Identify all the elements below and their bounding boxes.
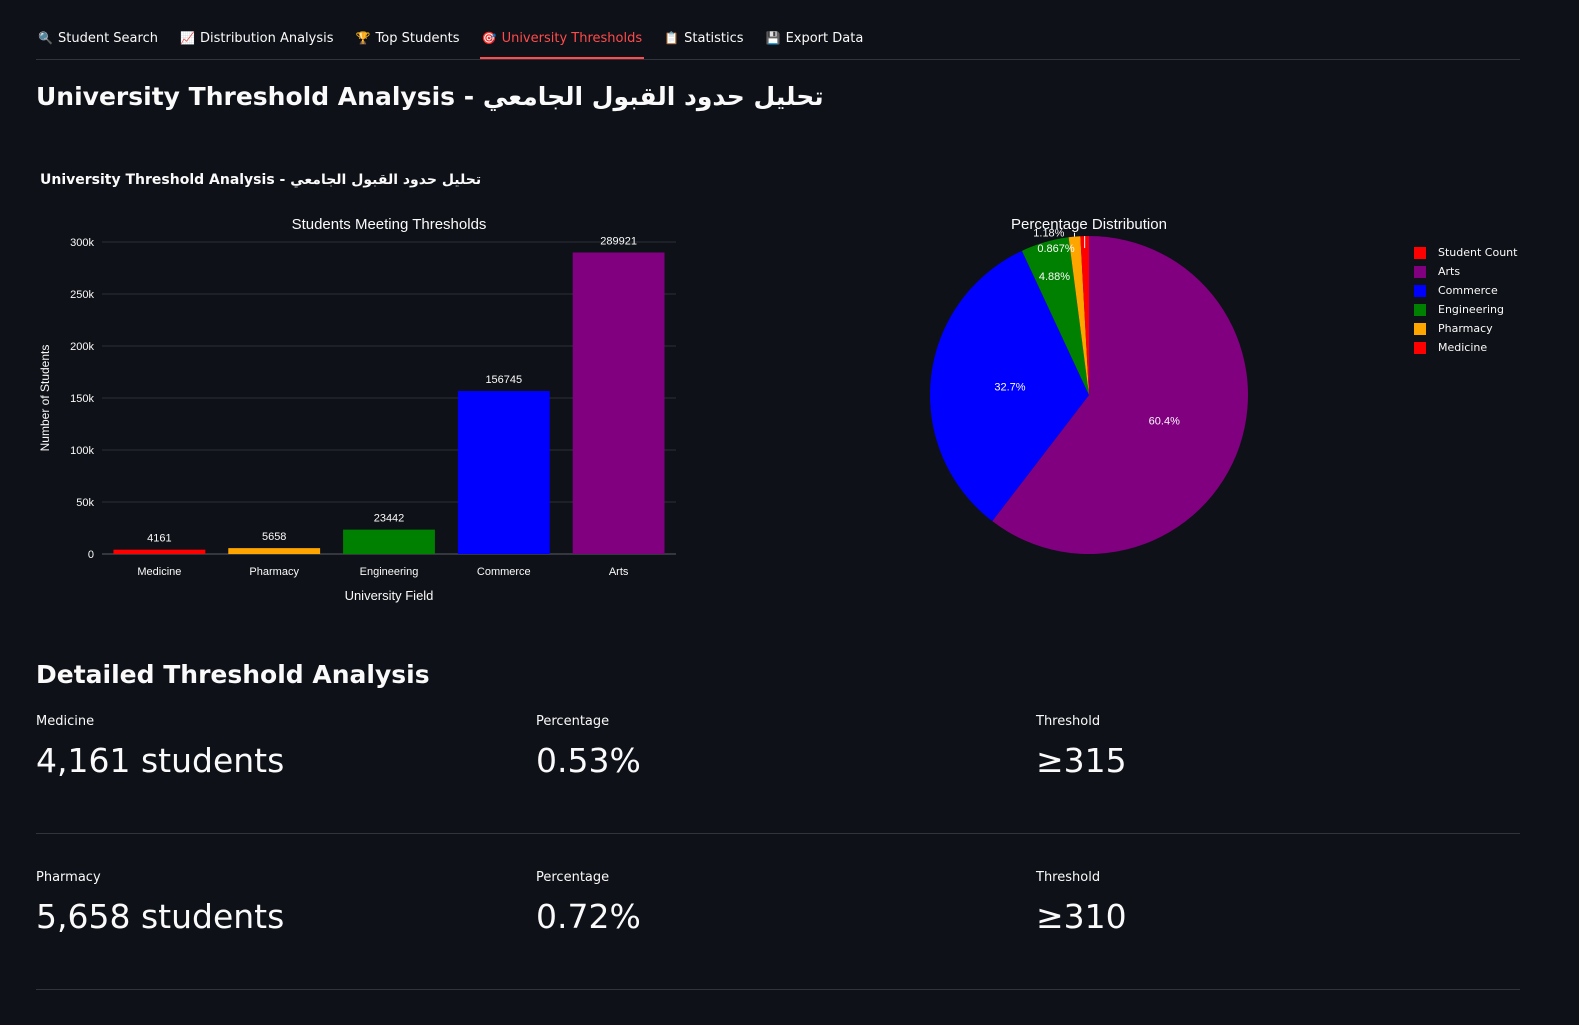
floppy-disk-icon: 💾: [765, 31, 781, 45]
legend-swatch: [1414, 341, 1426, 354]
section-title: Detailed Threshold Analysis: [36, 660, 430, 689]
x-tick-label: Pharmacy: [249, 566, 299, 578]
pie-percent-label: 1.18%: [1033, 228, 1064, 240]
y-tick-label: 300k: [70, 237, 94, 249]
legend-item[interactable]: Medicine: [1414, 338, 1517, 357]
metric-percentage: Percentage 0.72%: [536, 870, 641, 936]
metric-value: 5,658 students: [36, 897, 285, 936]
page-title: University Threshold Analysis - تحليل حد…: [36, 82, 824, 111]
metric-label: Threshold: [1036, 714, 1101, 729]
y-tick-label: 0: [88, 549, 94, 561]
legend-label: Medicine: [1438, 341, 1488, 354]
tab-top-students[interactable]: 🏆 Top Students: [354, 18, 462, 58]
x-tick-label: Arts: [609, 566, 629, 578]
legend-label: Pharmacy: [1438, 322, 1493, 335]
bar-medicine[interactable]: [113, 549, 206, 554]
tab-label: Student Search: [58, 30, 158, 46]
y-tick-label: 250k: [70, 289, 94, 301]
metric-field: Medicine 4,161 students: [36, 714, 284, 780]
metric-percentage: Percentage 0.53%: [536, 714, 641, 780]
bar-commerce[interactable]: [457, 390, 550, 554]
trophy-icon: 🏆: [355, 31, 371, 45]
chart-legend: Student Count Arts Commerce Engineering …: [1414, 243, 1517, 357]
metric-threshold: Threshold ≥310: [1036, 870, 1127, 936]
metric-label: Medicine: [36, 714, 95, 729]
x-tick-label: Commerce: [477, 566, 531, 578]
bar-chart: 0 50k 100k 150k 200k 250k 300k Students Meeting…: [38, 216, 676, 603]
metric-field: Pharmacy 5,658 students: [36, 870, 284, 936]
search-icon: 🔍: [38, 31, 53, 45]
legend-item[interactable]: Arts: [1414, 262, 1517, 281]
bar-value-label: 289921: [600, 235, 637, 247]
y-tick-label: 100k: [70, 445, 94, 457]
metric-value: ≥310: [1036, 897, 1127, 936]
metric-label: Pharmacy: [36, 870, 101, 885]
divider: [36, 833, 1520, 834]
clipboard-icon: 📋: [664, 31, 680, 45]
pie-percent-label: 0.867%: [1037, 243, 1075, 255]
tab-label: Distribution Analysis: [199, 30, 334, 46]
tab-distribution-analysis[interactable]: 📈 Distribution Analysis: [178, 18, 336, 58]
bar-value-label: 4161: [147, 533, 171, 545]
metric-value: 0.72%: [536, 897, 641, 936]
legend-item[interactable]: Engineering: [1414, 300, 1517, 319]
figure-title: University Threshold Analysis - تحليل حد…: [40, 172, 482, 188]
bar-chart-title: Students Meeting Thresholds: [292, 216, 487, 233]
tab-export-data[interactable]: 💾 Export Data: [764, 18, 866, 58]
legend-item[interactable]: Commerce: [1414, 281, 1517, 300]
pie-chart: Percentage Distribution60.4%32.7%4.88%1.…: [930, 216, 1249, 555]
tab-label: Top Students: [375, 30, 460, 46]
legend-label: Student Count: [1438, 246, 1518, 259]
tab-statistics[interactable]: 📋 Statistics: [662, 18, 745, 58]
x-tick-label: Engineering: [360, 566, 419, 578]
legend-swatch: [1414, 246, 1426, 259]
app-page: 🔍 Student Search 📈 Distribution Analysis…: [0, 0, 1579, 1025]
legend-swatch: [1414, 284, 1426, 297]
legend-swatch: [1414, 322, 1426, 335]
tab-label: Export Data: [785, 30, 864, 46]
pie-percent-label: 4.88%: [1039, 271, 1070, 283]
charts-figure: 0 50k 100k 150k 200k 250k 300k Students Meeting…: [38, 216, 1249, 603]
legend-swatch: [1414, 265, 1426, 278]
y-tick-label: 150k: [70, 393, 94, 405]
legend-label: Arts: [1438, 265, 1461, 278]
y-axis-label: Number of Students: [38, 345, 52, 452]
bar-value-label: 156745: [485, 374, 522, 386]
tab-university-thresholds[interactable]: 🎯 University Thresholds: [479, 18, 645, 59]
chart-icon: 📈: [179, 31, 195, 45]
metric-value: 0.53%: [536, 741, 641, 780]
x-axis-label: University Field: [345, 588, 434, 603]
y-tick-label: 200k: [70, 341, 94, 353]
bar-arts[interactable]: [572, 252, 665, 554]
legend-swatch: [1414, 303, 1426, 316]
pie-percent-label: 32.7%: [994, 381, 1025, 393]
bar-value-label: 5658: [262, 531, 286, 543]
tab-label: Statistics: [684, 30, 744, 46]
metric-label: Percentage: [536, 714, 610, 729]
tab-label: University Thresholds: [501, 30, 643, 46]
legend-item[interactable]: Pharmacy: [1414, 319, 1517, 338]
pie-percent-label: 60.4%: [1149, 416, 1180, 428]
tab-bar: 🔍 Student Search 📈 Distribution Analysis…: [36, 18, 1520, 60]
metric-value: ≥315: [1036, 741, 1127, 780]
y-tick-label: 50k: [76, 497, 94, 509]
metric-threshold: Threshold ≥315: [1036, 714, 1127, 780]
bar-engineering[interactable]: [343, 529, 435, 554]
metric-label: Percentage: [536, 870, 610, 885]
bar-pharmacy[interactable]: [228, 548, 321, 554]
target-icon: 🎯: [481, 31, 497, 45]
metric-value: 4,161 students: [36, 741, 285, 780]
metric-label: Threshold: [1036, 870, 1101, 885]
legend-item[interactable]: Student Count: [1414, 243, 1517, 262]
bar-value-label: 23442: [374, 513, 405, 525]
divider: [36, 989, 1520, 990]
x-tick-label: Medicine: [137, 566, 181, 578]
legend-label: Commerce: [1438, 284, 1498, 297]
tab-student-search[interactable]: 🔍 Student Search: [36, 18, 160, 58]
legend-label: Engineering: [1438, 303, 1504, 316]
